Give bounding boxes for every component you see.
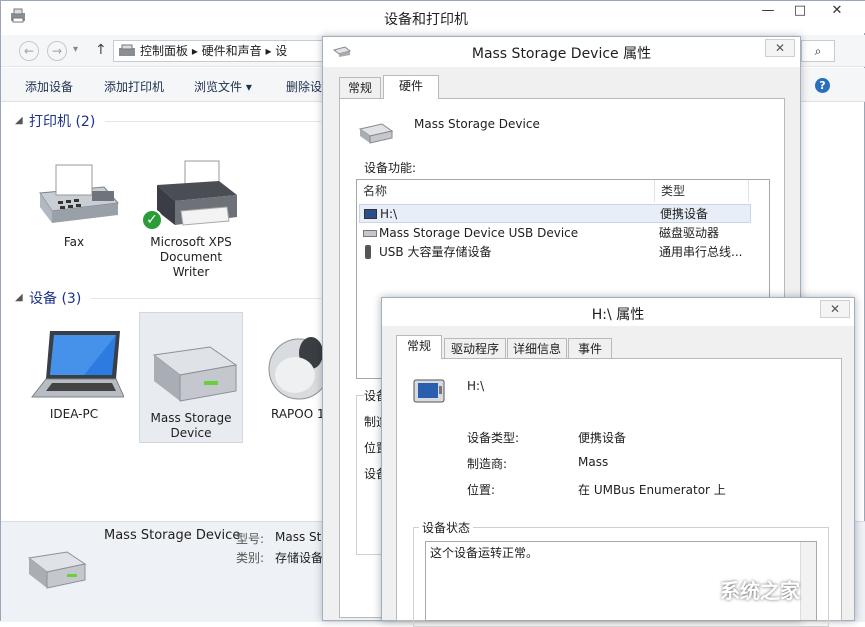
laptop-icon	[24, 327, 124, 403]
disk-drive-icon	[363, 230, 377, 237]
detail-device-name: Mass Storage Device	[104, 528, 240, 543]
up-button[interactable]: ↑	[95, 42, 107, 58]
device-label: Mass Storage Device	[140, 411, 242, 441]
device-label: IDEA-PC	[21, 407, 127, 422]
device-type-value: 便携设备	[578, 429, 626, 446]
add-device-button[interactable]: 添加设备	[25, 78, 73, 95]
item-name: H:\	[380, 205, 397, 224]
tab-general[interactable]: 常规	[396, 335, 442, 359]
fax-device[interactable]: Fax	[23, 151, 125, 250]
group-divider	[91, 298, 321, 299]
tab-details[interactable]: 详细信息	[507, 338, 567, 360]
breadcrumb[interactable]: 控制面板 ▸ 硬件和声音 ▸ 设	[113, 40, 333, 62]
detail-model-value: Mass Sto	[275, 530, 329, 544]
default-printer-check-icon: ✓	[141, 209, 163, 231]
collapse-printers-icon[interactable]: ◢	[15, 115, 23, 126]
item-type: 通用串行总线...	[659, 243, 742, 262]
breadcrumb-path[interactable]: 控制面板 ▸ 硬件和声音 ▸ 设	[140, 44, 287, 58]
idea-pc-device[interactable]: IDEA-PC	[21, 327, 127, 422]
tab-hardware[interactable]: 硬件	[383, 75, 439, 99]
manufacturer-label: 制造商:	[467, 455, 507, 472]
column-header-type[interactable]: 类型	[655, 180, 749, 202]
watermark-logo: 系统之家	[700, 565, 860, 615]
printers-group-header[interactable]: 打印机 (2)	[29, 111, 95, 131]
manufacturer-value: Mass	[578, 455, 608, 469]
close-button[interactable]: ✕	[815, 1, 859, 22]
device-name: H:\	[467, 379, 484, 393]
device-icon	[358, 121, 394, 145]
device-type-label: 设备类型:	[467, 429, 519, 446]
portable-device-icon	[413, 377, 445, 405]
dialog-title-bar: Mass Storage Device 属性 ✕	[323, 37, 800, 67]
control-panel-icon	[118, 44, 136, 62]
back-button[interactable]: ←	[19, 41, 39, 61]
browse-files-button[interactable]: 浏览文件 ▾	[194, 78, 252, 95]
tab-events[interactable]: 事件	[568, 338, 612, 360]
search-button[interactable]: ⌕	[801, 40, 835, 62]
dialog-close-button[interactable]: ✕	[820, 300, 850, 318]
item-type: 磁盘驱动器	[659, 224, 719, 243]
usb-icon	[365, 245, 371, 259]
mass-storage-device[interactable]: Mass Storage Device	[139, 312, 243, 443]
group-divider	[105, 121, 321, 122]
list-item[interactable]: Mass Storage Device USB Device 磁盘驱动器	[359, 224, 751, 243]
selected-device-icon	[25, 548, 87, 594]
window-title: 设备和打印机	[1, 9, 851, 29]
detail-category-label: 类别:	[236, 549, 264, 566]
device-label: Fax	[23, 235, 125, 250]
column-header-name[interactable]: 名称	[357, 180, 655, 202]
portable-device-icon	[364, 209, 377, 219]
collapse-devices-icon[interactable]: ◢	[15, 292, 23, 303]
item-name: Mass Storage Device USB Device	[379, 224, 578, 243]
list-item[interactable]: USB 大容量存储设备 通用串行总线...	[359, 243, 751, 262]
dialog-title: H:\ 属性	[382, 304, 854, 324]
remove-device-button[interactable]: 删除设	[286, 78, 322, 95]
functions-label: 设备功能:	[364, 159, 416, 176]
device-name: Mass Storage Device	[414, 117, 540, 131]
forward-button[interactable]: →	[47, 41, 67, 61]
recent-dropdown-icon[interactable]: ▾	[73, 44, 78, 55]
tab-general[interactable]: 常规	[339, 77, 381, 99]
dialog-close-button[interactable]: ✕	[765, 39, 795, 57]
item-type: 便携设备	[660, 205, 708, 224]
device-label: Microsoft XPS Document Writer	[139, 235, 243, 280]
devices-group-header[interactable]: 设备 (3)	[29, 288, 81, 308]
device-status-label: 设备状态	[419, 519, 473, 536]
drive-icon	[144, 341, 240, 411]
xps-printer-device[interactable]: ✓ Microsoft XPS Document Writer	[139, 151, 243, 280]
tab-driver[interactable]: 驱动程序	[444, 338, 506, 360]
location-value: 在 UMBus Enumerator 上	[578, 481, 726, 498]
dialog-title: Mass Storage Device 属性	[323, 43, 800, 63]
title-bar: 设备和打印机 — □ ✕	[1, 1, 865, 33]
minimize-button[interactable]: —	[753, 1, 783, 22]
fax-icon	[26, 151, 122, 231]
add-printer-button[interactable]: 添加打印机	[104, 78, 164, 95]
detail-model-label: 型号:	[236, 530, 264, 547]
dialog-title-bar: H:\ 属性 ✕	[382, 298, 854, 326]
list-item[interactable]: H:\ 便携设备	[359, 204, 751, 223]
location-label: 位置:	[467, 481, 495, 498]
device-status-text: 这个设备运转正常。	[430, 544, 538, 561]
item-name: USB 大容量存储设备	[379, 243, 491, 262]
detail-category-value: 存储设备	[275, 549, 323, 566]
maximize-button[interactable]: □	[785, 1, 815, 22]
help-icon[interactable]: ?	[815, 78, 830, 93]
